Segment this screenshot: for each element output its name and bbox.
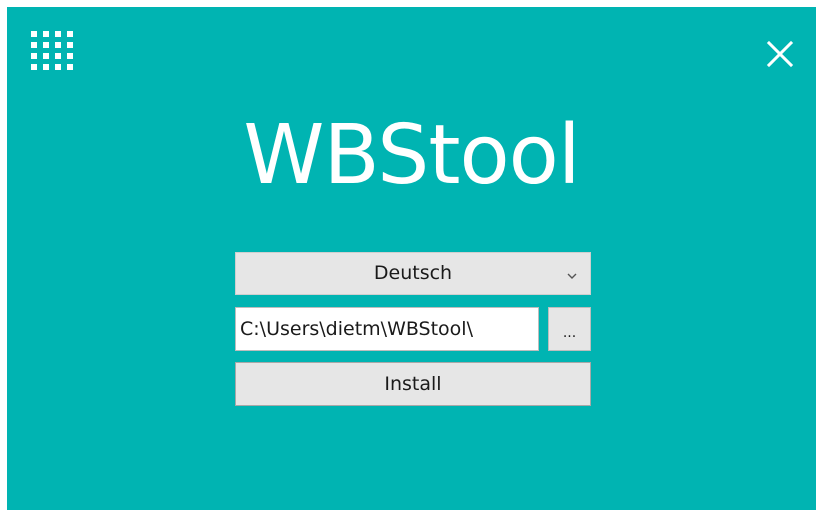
close-icon[interactable] — [760, 34, 800, 74]
language-select[interactable]: Deutsch — [235, 252, 591, 295]
install-button[interactable]: Install — [235, 362, 591, 406]
language-select-value: Deutsch — [373, 262, 453, 284]
install-path-input[interactable] — [235, 307, 539, 351]
chevron-down-icon — [566, 266, 578, 279]
browse-button[interactable]: ... — [548, 307, 591, 351]
grid-menu-icon[interactable] — [31, 31, 73, 73]
installer-window: WBStool Deutsch ... Install — [7, 7, 816, 510]
app-title: WBStool — [243, 108, 580, 203]
